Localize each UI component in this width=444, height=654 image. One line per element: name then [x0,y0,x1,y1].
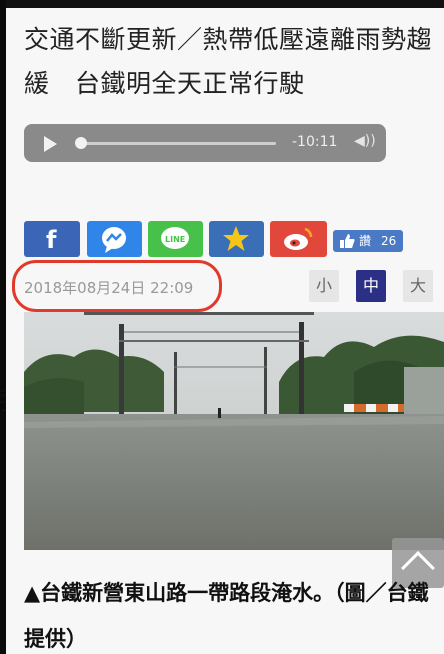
article-headline: 交通不斷更新／熱帶低壓遠離雨勢趨緩 台鐵明全天正常行駛 [24,25,433,98]
audio-progress-track[interactable] [80,142,276,145]
share-favorite-button[interactable] [209,221,264,257]
font-size-large-button[interactable]: 大 [403,270,433,302]
highlight-circle [12,260,222,312]
article-page: 交通不斷更新／熱帶低壓遠離雨勢趨緩 台鐵明全天正常行駛 -10:11 ◀)) f… [6,8,444,654]
share-line-button[interactable]: LINE [148,221,203,257]
like-button[interactable]: 讚 26 [333,230,403,252]
share-facebook-button[interactable]: f [24,221,80,257]
facebook-icon: f [46,226,57,254]
weibo-icon [284,227,313,250]
svg-text:LINE: LINE [165,235,185,244]
svg-text:f: f [46,226,57,254]
audio-time-remaining: -10:11 [292,134,338,150]
messenger-icon [102,227,126,253]
speaker-icon[interactable]: ◀)) [354,133,376,149]
line-icon: LINE [161,227,189,249]
audio-player[interactable]: -10:11 ◀)) [24,124,386,162]
font-size-small-button[interactable]: 小 [309,270,339,302]
like-count: 26 [381,234,397,248]
play-icon[interactable] [44,136,57,152]
font-size-medium-button[interactable]: 中 [356,270,386,302]
article-photo [24,312,444,550]
share-messenger-button[interactable] [87,221,142,257]
like-label: 讚 [359,234,372,248]
audio-progress-knob[interactable] [75,137,87,149]
photo-caption: ▲台鐵新營東山路一帶路段淹水。（圖／台鐵提供） [24,581,429,651]
thumbs-up-icon [340,234,355,248]
share-weibo-button[interactable] [270,221,327,257]
star-icon [223,226,249,251]
